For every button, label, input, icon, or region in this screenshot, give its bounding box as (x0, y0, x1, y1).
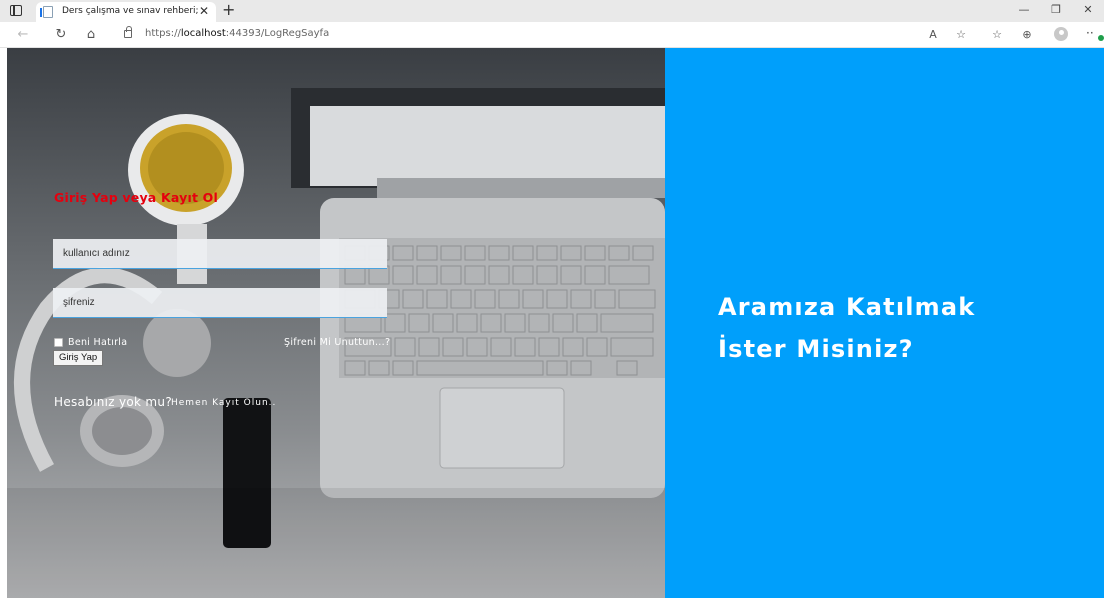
url-field[interactable]: https://localhost:44393/LogRegSayfa (145, 28, 329, 39)
collections-icon[interactable]: ⊕ (1018, 27, 1036, 43)
restore-icon[interactable]: ❐ (1048, 2, 1064, 18)
username-input[interactable] (53, 239, 387, 269)
minimize-icon[interactable]: — (1016, 2, 1032, 18)
favorites-icon[interactable]: ☆ (988, 27, 1006, 43)
address-bar-row: ← ↻ ⌂ https://localhost:44393/LogRegSayf… (0, 22, 1104, 48)
no-account-text: Hesabınız yok mu? (54, 395, 172, 409)
more-options-icon[interactable]: ·· (1086, 26, 1094, 40)
update-badge-icon (1098, 35, 1104, 41)
tab-close-icon[interactable]: ✕ (198, 4, 210, 18)
login-button[interactable]: Giriş Yap (53, 350, 104, 366)
remember-me-label[interactable]: Beni Hatırla (68, 337, 127, 348)
forgot-password-link[interactable]: Şifreni Mi Unuttun...? (284, 337, 390, 348)
desk-background-image (7, 88, 665, 598)
login-form-title: Giriş Yap veya Kayıt Ol (54, 190, 218, 205)
remember-me-checkbox[interactable] (54, 338, 63, 347)
browser-tab[interactable]: Ders çalışma ve sınav rehberi; ✕ (36, 2, 216, 22)
tab-title: Ders çalışma ve sınav rehberi; (62, 6, 199, 16)
read-aloud-icon[interactable]: A (924, 27, 942, 43)
window-close-icon[interactable]: ✕ (1080, 2, 1096, 18)
home-icon[interactable]: ⌂ (82, 26, 100, 44)
register-link[interactable]: Hemen Kayıt Olun.. (171, 398, 276, 408)
page-favicon-icon (40, 6, 53, 18)
tab-actions-icon[interactable] (10, 5, 22, 16)
promo-heading: Aramıza Katılmak İster Misiniz? (718, 286, 1088, 370)
promo-line-2: İster Misiniz? (718, 335, 914, 363)
new-tab-plus-icon[interactable]: + (222, 0, 235, 20)
browser-tab-bar: Ders çalışma ve sınav rehberi; ✕ + — ❐ ✕ (0, 0, 1104, 22)
lock-icon[interactable] (124, 26, 132, 38)
refresh-icon[interactable]: ↻ (52, 26, 70, 44)
login-panel: Giriş Yap veya Kayıt Ol Beni Hatırla Şif… (7, 48, 665, 598)
promo-line-1: Aramıza Katılmak (718, 293, 976, 321)
back-arrow-icon[interactable]: ← (14, 26, 32, 44)
password-input[interactable] (53, 288, 387, 318)
add-favorite-icon[interactable]: ☆ (952, 27, 970, 43)
profile-avatar[interactable] (1054, 27, 1068, 41)
